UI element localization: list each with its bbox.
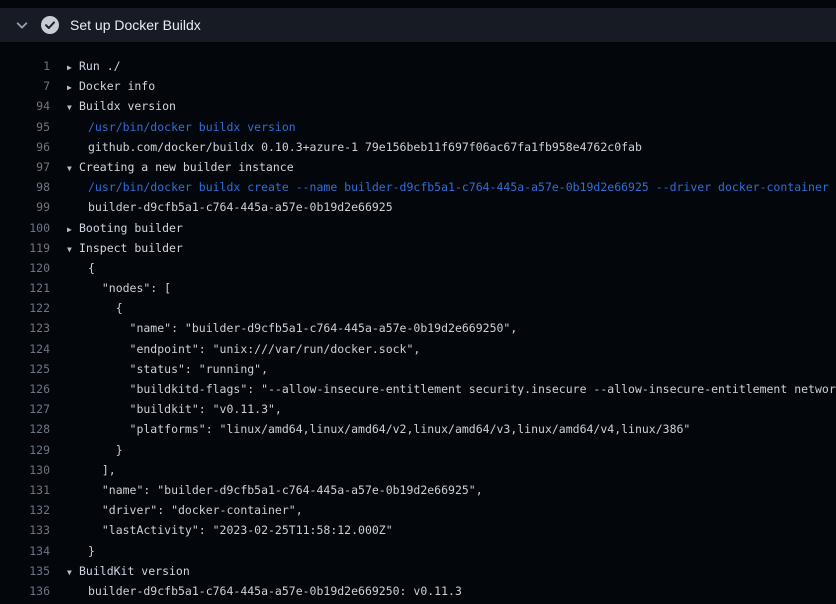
log-line: 121 "nodes": [ (0, 278, 836, 298)
step-title: Set up Docker Buildx (70, 8, 201, 42)
log-text: { (79, 258, 95, 278)
log-line: 125 "status": "running", (0, 359, 836, 379)
line-number[interactable]: 123 (0, 318, 50, 338)
line-number[interactable]: 127 (0, 399, 50, 419)
log-text: github.com/docker/buildx 0.10.3+azure-1 … (79, 137, 642, 157)
log-line: 120 { (0, 258, 836, 278)
group-toggle-icon[interactable]: ▼ (67, 98, 79, 116)
line-number[interactable]: 130 (0, 460, 50, 480)
log-text: { (79, 298, 123, 318)
group-toggle-icon[interactable]: ▼ (67, 563, 79, 581)
line-number[interactable]: 131 (0, 480, 50, 500)
log-line: 128 "platforms": "linux/amd64,linux/amd6… (0, 419, 836, 439)
log-text: } (79, 440, 123, 460)
log-line[interactable]: 97 ▼ Creating a new builder instance (0, 157, 836, 177)
log-text: Docker info (79, 76, 155, 96)
log-line: 123 "name": "builder-d9cfb5a1-c764-445a-… (0, 318, 836, 338)
log-text: builder-d9cfb5a1-c764-445a-a57e-0b19d2e6… (79, 197, 393, 217)
group-toggle-icon[interactable]: ▶ (67, 58, 79, 76)
line-number[interactable]: 132 (0, 500, 50, 520)
group-toggle-icon[interactable]: ▶ (67, 78, 79, 96)
log-line: 134 } (0, 541, 836, 561)
log-text: Run ./ (79, 56, 121, 76)
line-number[interactable]: 122 (0, 298, 50, 318)
group-toggle-icon[interactable]: ▼ (67, 159, 79, 177)
line-number[interactable]: 94 (0, 96, 50, 116)
log-text: "endpoint": "unix:///var/run/docker.sock… (79, 339, 420, 359)
log-line: 98 /usr/bin/docker buildx create --name … (0, 177, 836, 197)
log-line[interactable]: 94 ▼ Buildx version (0, 96, 836, 116)
line-number[interactable]: 1 (0, 56, 50, 76)
log-line[interactable]: 135 ▼ BuildKit version (0, 561, 836, 581)
log-line: 95 /usr/bin/docker buildx version (0, 117, 836, 137)
log-line: 124 "endpoint": "unix:///var/run/docker.… (0, 339, 836, 359)
log-line: 122 { (0, 298, 836, 318)
log-text: ], (79, 460, 116, 480)
log-line: 133 "lastActivity": "2023-02-25T11:58:12… (0, 520, 836, 540)
line-number[interactable]: 124 (0, 339, 50, 359)
check-circle-icon (40, 15, 60, 35)
log-text: "nodes": [ (79, 278, 171, 298)
log-line: 131 "name": "builder-d9cfb5a1-c764-445a-… (0, 480, 836, 500)
log-line[interactable]: 7 ▶ Docker info (0, 76, 836, 96)
log-line: 99 builder-d9cfb5a1-c764-445a-a57e-0b19d… (0, 197, 836, 217)
log-line: 127 "buildkit": "v0.11.3", (0, 399, 836, 419)
log-line: 96 github.com/docker/buildx 0.10.3+azure… (0, 137, 836, 157)
log-text: builder-d9cfb5a1-c764-445a-a57e-0b19d2e6… (79, 581, 462, 601)
line-number[interactable]: 120 (0, 258, 50, 278)
log-text: BuildKit version (79, 561, 190, 581)
group-toggle-icon[interactable]: ▼ (67, 240, 79, 258)
log-line: 136 builder-d9cfb5a1-c764-445a-a57e-0b19… (0, 581, 836, 601)
chevron-down-icon[interactable] (12, 15, 32, 35)
line-number[interactable]: 128 (0, 419, 50, 439)
log-text: "name": "builder-d9cfb5a1-c764-445a-a57e… (79, 480, 483, 500)
log-text: Booting builder (79, 218, 183, 238)
log-line: 132 "driver": "docker-container", (0, 500, 836, 520)
log-text: Inspect builder (79, 238, 183, 258)
line-number[interactable]: 99 (0, 197, 50, 217)
line-number[interactable]: 121 (0, 278, 50, 298)
log-line[interactable]: 100 ▶ Booting builder (0, 218, 836, 238)
log-text: } (79, 541, 95, 561)
line-number[interactable]: 135 (0, 561, 50, 581)
line-number[interactable]: 125 (0, 359, 50, 379)
line-number[interactable]: 126 (0, 379, 50, 399)
log-line: 126 "buildkitd-flags": "--allow-insecure… (0, 379, 836, 399)
line-number[interactable]: 119 (0, 238, 50, 258)
log-text: "driver": "docker-container", (79, 500, 303, 520)
log-line: 129 } (0, 440, 836, 460)
log-text: "name": "builder-d9cfb5a1-c764-445a-a57e… (79, 318, 517, 338)
line-number[interactable]: 100 (0, 218, 50, 238)
log-text: /usr/bin/docker buildx create --name bui… (79, 177, 829, 197)
line-number[interactable]: 95 (0, 117, 50, 137)
log-text: "lastActivity": "2023-02-25T11:58:12.000… (79, 520, 393, 540)
log-line[interactable]: 1 ▶ Run ./ (0, 56, 836, 76)
line-number[interactable]: 133 (0, 520, 50, 540)
log-line: 130 ], (0, 460, 836, 480)
line-number[interactable]: 97 (0, 157, 50, 177)
log-text: Buildx version (79, 96, 176, 116)
line-number[interactable]: 98 (0, 177, 50, 197)
line-number[interactable]: 134 (0, 541, 50, 561)
line-number[interactable]: 96 (0, 137, 50, 157)
log-text: "buildkitd-flags": "--allow-insecure-ent… (79, 379, 836, 399)
group-toggle-icon[interactable]: ▶ (67, 220, 79, 238)
line-number[interactable]: 136 (0, 581, 50, 601)
line-number[interactable]: 7 (0, 76, 50, 96)
step-header[interactable]: Set up Docker Buildx (0, 8, 836, 42)
log-area: 1 ▶ Run ./ 7 ▶ Docker info 94 ▼ Buildx v… (0, 42, 836, 601)
log-text: "status": "running", (79, 359, 268, 379)
log-text: "buildkit": "v0.11.3", (79, 399, 282, 419)
line-number[interactable]: 129 (0, 440, 50, 460)
log-text: "platforms": "linux/amd64,linux/amd64/v2… (79, 419, 690, 439)
log-text: Creating a new builder instance (79, 157, 294, 177)
log-line[interactable]: 119 ▼ Inspect builder (0, 238, 836, 258)
log-text: /usr/bin/docker buildx version (79, 117, 296, 137)
